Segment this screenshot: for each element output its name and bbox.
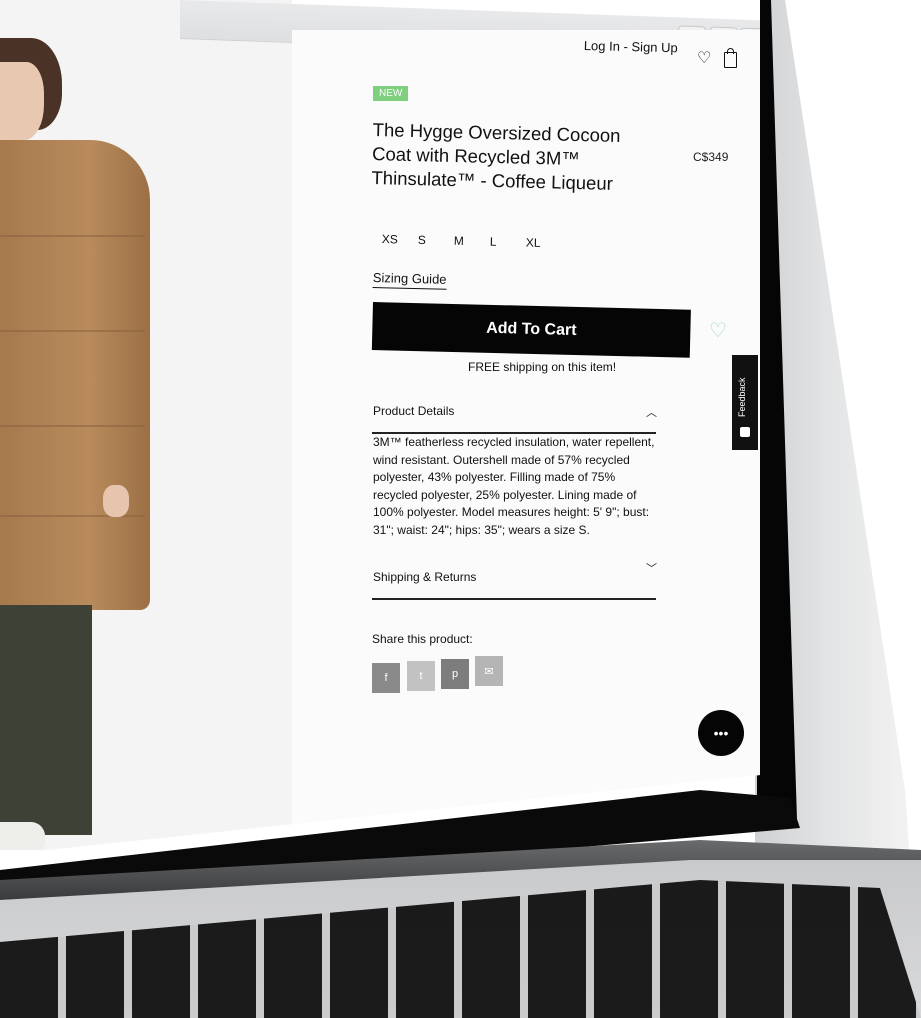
facebook-icon[interactable]: f bbox=[372, 663, 400, 693]
chat-bubble-icon: ••• bbox=[713, 725, 729, 741]
wishlist-heart-icon[interactable]: ♡ bbox=[709, 318, 727, 343]
model-coat bbox=[0, 140, 150, 610]
product-photo bbox=[0, 0, 292, 850]
size-option-m[interactable]: M bbox=[454, 234, 490, 249]
size-option-l[interactable]: L bbox=[490, 235, 526, 250]
sizing-guide-link[interactable]: Sizing Guide bbox=[372, 270, 447, 290]
coat-quilt-line bbox=[0, 425, 145, 427]
shopping-bag-icon[interactable] bbox=[724, 48, 737, 68]
product-price: C$349 bbox=[693, 150, 729, 164]
chevron-up-icon[interactable]: ︿ bbox=[646, 404, 657, 420]
size-option-xs[interactable]: XS bbox=[382, 232, 418, 247]
email-icon[interactable]: ✉ bbox=[475, 656, 503, 686]
model-hand bbox=[103, 485, 129, 517]
model-face bbox=[0, 62, 44, 140]
new-badge: NEW bbox=[373, 86, 409, 101]
email-glyph: ✉ bbox=[484, 665, 494, 678]
product-details-body: 3M™ featherless recycled insulation, wat… bbox=[373, 435, 655, 537]
twitter-glyph: t bbox=[419, 670, 423, 682]
model-shoe bbox=[0, 822, 45, 850]
heart-icon[interactable]: ♡ bbox=[697, 48, 711, 68]
coat-quilt-line bbox=[0, 235, 145, 237]
twitter-icon[interactable]: t bbox=[407, 661, 435, 691]
feedback-icon bbox=[740, 427, 750, 437]
free-shipping-note: FREE shipping on this item! bbox=[468, 360, 617, 374]
product-details-header[interactable]: Product Details bbox=[373, 404, 454, 418]
model-pants bbox=[0, 605, 92, 835]
share-label: Share this product: bbox=[372, 632, 473, 646]
shipping-returns-header[interactable]: Shipping & Returns bbox=[373, 570, 476, 584]
feedback-label: Feedback bbox=[737, 377, 747, 417]
size-option-s[interactable]: S bbox=[418, 233, 454, 248]
auth-link[interactable]: Log In - Sign Up bbox=[584, 38, 678, 55]
chat-button[interactable]: ••• bbox=[698, 710, 744, 756]
size-option-xl[interactable]: XL bbox=[526, 236, 562, 251]
product-title: The Hygge Oversized Cocoon Coat with Rec… bbox=[371, 118, 621, 194]
shipping-divider bbox=[372, 598, 656, 600]
chevron-down-icon[interactable]: ﹀ bbox=[646, 560, 657, 576]
pinterest-glyph: p bbox=[451, 668, 459, 680]
add-to-cart-button[interactable]: Add To Cart bbox=[371, 302, 691, 358]
feedback-tab[interactable]: Feedback bbox=[732, 355, 758, 450]
facebook-glyph: f bbox=[384, 672, 388, 684]
pinterest-icon[interactable]: p bbox=[441, 659, 469, 689]
coat-quilt-line bbox=[0, 330, 145, 332]
